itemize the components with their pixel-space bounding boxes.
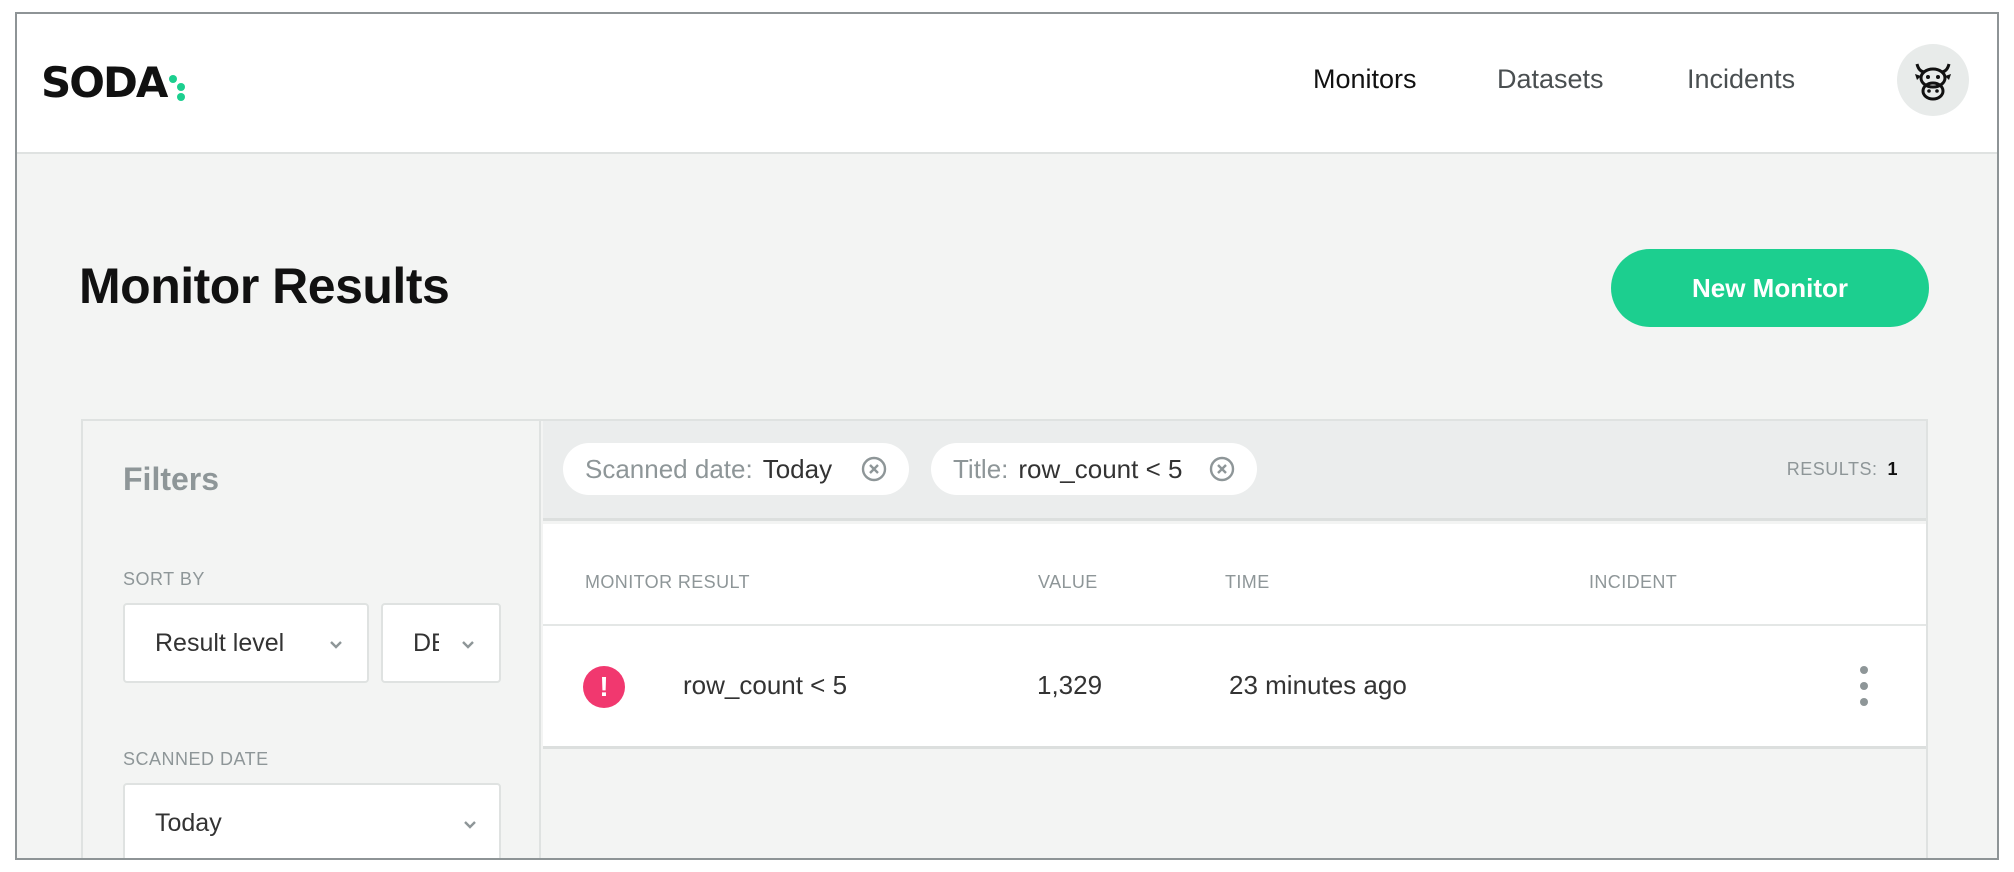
- chevron-down-icon: [462, 641, 474, 649]
- table-row[interactable]: ! row_count < 5 1,329 23 minutes ago: [543, 624, 1926, 746]
- chip-key: Title:: [953, 453, 1009, 484]
- soda-logo[interactable]: SODA: [41, 62, 186, 104]
- filter-chip-scanned-date: Scanned date: Today: [563, 443, 909, 495]
- chip-key: Scanned date:: [585, 453, 753, 484]
- chip-value: row_count < 5: [1018, 453, 1183, 484]
- logo-text: SODA: [41, 58, 168, 107]
- filters-sidebar: Filters SORT BY Result level DE SCANNED …: [83, 421, 541, 858]
- monitor-result-cell[interactable]: row_count < 5: [683, 670, 847, 701]
- chevron-down-icon: [464, 821, 476, 829]
- app-window: SODA Monitors Datasets Incidents Monitor…: [15, 12, 1999, 860]
- results-content: Scanned date: Today Title: row_count < 5: [543, 421, 1926, 858]
- scanned-date-select[interactable]: Today: [123, 783, 501, 858]
- time-cell: 23 minutes ago: [1229, 670, 1407, 700]
- value-cell: 1,329: [1037, 670, 1103, 700]
- column-header-time[interactable]: TIME: [1225, 572, 1270, 593]
- new-monitor-button[interactable]: New Monitor: [1611, 249, 1929, 327]
- nav-datasets[interactable]: Datasets: [1497, 64, 1604, 95]
- active-filters-bar: Scanned date: Today Title: row_count < 5: [543, 421, 1926, 521]
- user-avatar[interactable]: [1897, 44, 1969, 116]
- column-header-value[interactable]: VALUE: [1038, 572, 1098, 593]
- logo-dots-icon: [168, 65, 186, 101]
- scanned-date-label: SCANNED DATE: [123, 749, 269, 769]
- results-count: 1: [1887, 459, 1898, 479]
- cow-icon: [1915, 63, 1951, 101]
- sort-by-label: SORT BY: [123, 569, 205, 589]
- scanned-date-value: Today: [155, 808, 222, 837]
- sort-field-value: Result level: [155, 628, 285, 657]
- results-table: MONITOR RESULT VALUE TIME INCIDENT ! row…: [543, 524, 1926, 749]
- sort-order-value: DE: [413, 628, 439, 657]
- chevron-down-icon: [330, 641, 342, 649]
- remove-filter-icon[interactable]: [1209, 456, 1235, 482]
- sort-field-select[interactable]: Result level: [123, 603, 369, 683]
- nav-incidents[interactable]: Incidents: [1687, 64, 1795, 95]
- filter-chip-title: Title: row_count < 5: [931, 443, 1257, 495]
- chip-value: Today: [762, 453, 833, 484]
- filters-title: Filters: [123, 461, 220, 497]
- top-navigation-bar: SODA Monitors Datasets Incidents: [17, 14, 1997, 154]
- error-status-icon: !: [583, 666, 625, 708]
- page-title: Monitor Results: [79, 258, 450, 314]
- remove-filter-icon[interactable]: [861, 456, 887, 482]
- row-more-options-icon[interactable]: [1858, 666, 1870, 706]
- nav-monitors[interactable]: Monitors: [1313, 64, 1417, 95]
- column-header-monitor-result[interactable]: MONITOR RESULT: [585, 572, 750, 593]
- column-header-incident[interactable]: INCIDENT: [1589, 572, 1677, 593]
- results-label: RESULTS:: [1786, 459, 1878, 479]
- results-counter: RESULTS: 1: [1787, 459, 1898, 480]
- sort-order-select[interactable]: DE: [381, 603, 501, 683]
- results-panel: Filters SORT BY Result level DE SCANNED …: [81, 419, 1928, 858]
